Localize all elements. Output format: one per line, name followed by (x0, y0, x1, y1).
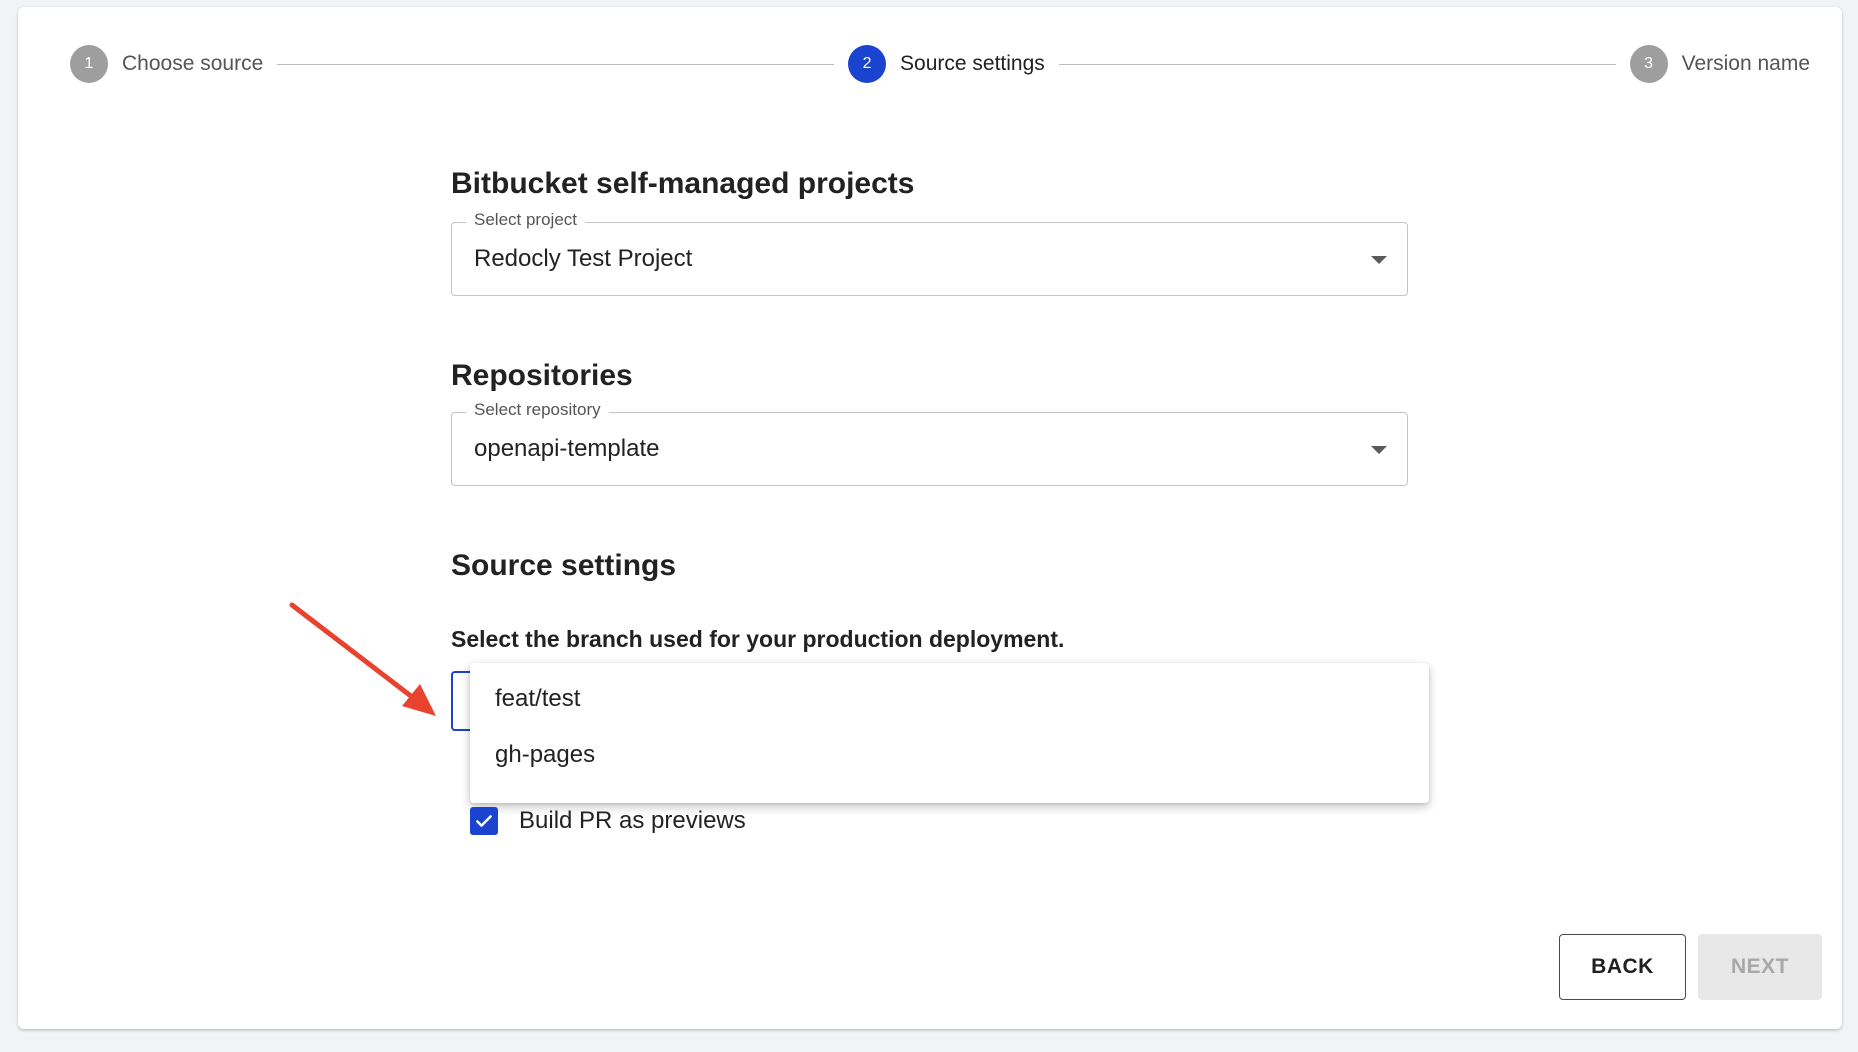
step-connector (1058, 63, 1616, 65)
step-label: Version name (1681, 52, 1811, 75)
check-icon (476, 815, 492, 827)
project-select[interactable]: Select project Redocly Test Project (451, 210, 1408, 296)
step-version-name[interactable]: 3 Version name (1629, 45, 1811, 83)
stepper: 1 Choose source 2 Source settings 3 Vers… (70, 44, 1810, 84)
build-pr-checkbox-row[interactable]: Build PR as previews (470, 807, 746, 835)
projects-heading: Bitbucket self-managed projects (451, 167, 915, 200)
step-label: Source settings (900, 52, 1045, 75)
annotation-arrow-icon (289, 602, 436, 716)
caret-down-icon (1371, 446, 1387, 454)
project-select-label: Select project (466, 210, 585, 230)
branch-option-feat-test[interactable]: feat/test (470, 671, 1429, 727)
wizard-card: 1 Choose source 2 Source settings 3 Vers… (18, 7, 1842, 1029)
step-number: 1 (70, 45, 108, 83)
project-select-value: Redocly Test Project (474, 245, 693, 272)
next-button[interactable]: NEXT (1698, 934, 1822, 1000)
caret-down-icon (1371, 256, 1387, 264)
repository-select-label: Select repository (466, 400, 609, 420)
repository-select-value: openapi-template (474, 435, 660, 462)
step-label: Choose source (122, 52, 264, 75)
build-pr-label: Build PR as previews (519, 807, 746, 834)
repository-select[interactable]: Select repository openapi-template (451, 400, 1408, 486)
step-connector (277, 63, 835, 65)
build-pr-checkbox[interactable] (470, 807, 498, 835)
branch-help-text: Select the branch used for your producti… (451, 626, 1065, 652)
step-number: 2 (848, 45, 887, 83)
step-number: 3 (1629, 45, 1668, 83)
source-settings-heading: Source settings (451, 549, 677, 582)
branch-option-gh-pages[interactable]: gh-pages (470, 727, 1429, 783)
branch-dropdown-menu: feat/test gh-pages (470, 663, 1429, 803)
repositories-heading: Repositories (451, 359, 633, 392)
step-choose-source[interactable]: 1 Choose source (70, 45, 263, 83)
step-source-settings[interactable]: 2 Source settings (848, 45, 1045, 83)
back-button[interactable]: BACK (1559, 934, 1686, 1000)
